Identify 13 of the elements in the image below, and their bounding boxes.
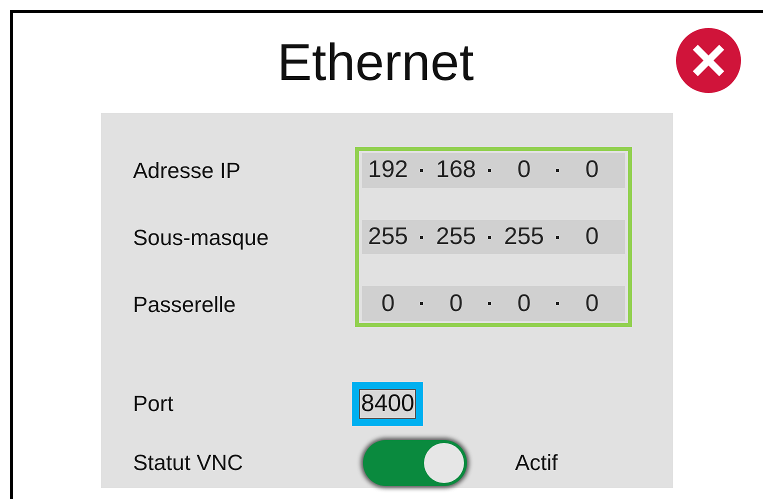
field-label: Adresse IP — [133, 157, 242, 185]
toggle-switch[interactable] — [363, 440, 467, 486]
field-label: Sous-masque — [133, 224, 270, 252]
close-icon[interactable] — [676, 28, 741, 93]
field-label: Passerelle — [133, 291, 237, 319]
ip-field[interactable]: 255 255 255 0 — [362, 220, 625, 254]
port-field[interactable]: 8400 — [352, 382, 424, 426]
port-label: Port — [133, 391, 174, 417]
status-text: Actif — [515, 450, 558, 476]
window-title: Ethernet — [277, 33, 474, 93]
vnc-status-label: Statut VNC — [133, 450, 244, 476]
ip-field[interactable]: 192 168 0 0 — [362, 153, 625, 188]
ip-field[interactable]: 0 0 0 0 — [362, 286, 625, 322]
